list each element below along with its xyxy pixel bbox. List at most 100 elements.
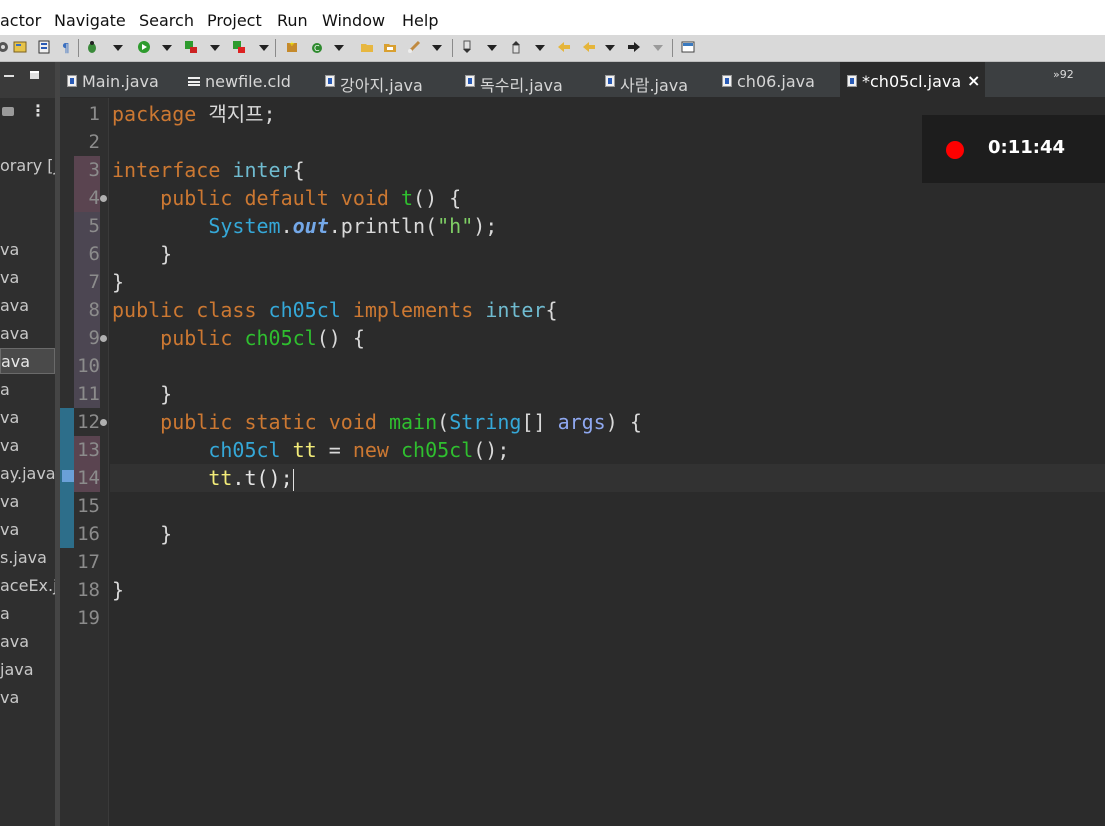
view-menu-icon[interactable]: ⋮ [30,101,46,120]
explorer-item[interactable]: a [0,601,55,627]
chevron-down-icon[interactable] [605,45,615,51]
chevron-down-icon[interactable] [535,45,545,51]
fold-toggle-icon[interactable] [100,335,107,342]
code-line-9[interactable]: public ch05cl() { [112,324,365,352]
chevron-down-icon[interactable] [259,45,269,51]
open-type-icon[interactable] [13,40,27,54]
explorer-item[interactable]: ava [0,293,55,319]
tab-main-java[interactable]: Main.java [60,62,178,98]
code-line-6[interactable]: } [112,240,172,268]
code-text: } [160,382,173,406]
line-number: 14 [77,467,100,489]
code-line-12[interactable]: public static void main(String[] args) { [112,408,642,436]
last-edit-icon[interactable] [557,40,571,54]
external-tools-icon[interactable] [232,40,246,54]
menu-help[interactable]: Help [402,11,438,30]
tab-person-java[interactable]: 사람.java [598,62,713,98]
back-icon[interactable] [582,40,596,54]
line-number: 4 [88,187,100,209]
code-line-7[interactable]: } [112,268,124,296]
tab-newfile-cld[interactable]: newfile.cld [183,62,313,98]
explorer-item[interactable]: s.java [0,545,55,571]
menu-refactor[interactable]: actor [0,11,41,30]
code-line-8[interactable]: public class ch05cl implements inter{ [112,296,558,324]
code-line-14[interactable]: tt.t(); [112,464,294,492]
code-line-3[interactable]: interface inter{ [112,156,305,184]
menu-window[interactable]: Window [322,11,385,30]
chevron-down-icon[interactable] [210,45,220,51]
line-number: 19 [77,607,100,629]
code-line-11[interactable]: } [112,380,172,408]
chevron-down-icon[interactable] [432,45,442,51]
menu-project[interactable]: Project [207,11,262,30]
chevron-down-icon[interactable] [334,45,344,51]
explorer-item[interactable]: ava [0,321,55,347]
line-number: 7 [88,271,100,293]
toolbar-separator [275,39,276,57]
open-folder-icon[interactable] [360,40,374,54]
tab-ch06-java[interactable]: ch06.java [715,62,830,98]
recording-timer: 0:11:44 [988,137,1066,158]
explorer-item-selected[interactable]: ava [0,348,55,374]
new-package-icon[interactable]: + [285,40,299,54]
tab-puppy-java[interactable]: 강아지.java [318,62,448,98]
debug-icon[interactable] [85,40,99,54]
code-line-13[interactable]: ch05cl tt = new ch05cl(); [112,436,509,464]
minimize-icon[interactable] [4,75,14,77]
fold-toggle-icon[interactable] [100,195,107,202]
code-line-16[interactable]: } [112,520,172,548]
fold-toggle-icon[interactable] [100,419,107,426]
pilcrow-icon[interactable]: ¶ [60,40,74,54]
prev-annotation-icon[interactable] [509,40,523,54]
toolbar-separator [78,39,79,57]
explorer-item[interactable]: a [0,377,55,403]
gear-icon[interactable] [0,40,10,54]
code-editor[interactable]: 1 2 3 4 5 6 7 8 9 10 11 12 13 14 15 16 1… [60,98,1105,826]
explorer-item[interactable]: orary [j [0,153,55,179]
code-line-1[interactable]: package 객지프; [112,100,276,128]
brush-icon[interactable] [407,40,421,54]
pin-editor-icon[interactable] [681,40,695,54]
tab-eagle-java[interactable]: 독수리.java [458,62,588,98]
tab-overflow-indicator[interactable]: »92 [1053,68,1074,81]
run-icon[interactable] [137,40,151,54]
explorer-item[interactable]: ay.java [0,461,55,487]
svg-text:C: C [314,44,320,53]
explorer-item[interactable]: java [0,657,55,683]
explorer-item[interactable]: va [0,433,55,459]
chevron-down-icon[interactable] [113,45,123,51]
explorer-item[interactable]: va [0,265,55,291]
explorer-item[interactable]: va [0,237,55,263]
chevron-down-icon[interactable] [487,45,497,51]
tab-ch05cl-java[interactable]: *ch05cl.java × [840,62,985,98]
explorer-item[interactable]: va [0,685,55,711]
tab-label: 독수리.java [480,76,563,95]
close-icon[interactable]: × [967,71,980,90]
chevron-down-icon[interactable] [162,45,172,51]
explorer-item[interactable]: aceEx.ja [0,573,55,599]
link-editor-icon[interactable] [2,107,14,116]
code-line-18[interactable]: } [112,576,124,604]
explorer-item[interactable]: va [0,405,55,431]
menu-run[interactable]: Run [277,11,308,30]
explorer-item[interactable]: va [0,517,55,543]
open-project-icon[interactable] [383,40,397,54]
new-class-icon[interactable]: C [310,40,324,54]
code-line-4[interactable]: public default void t() { [112,184,461,212]
chevron-down-icon[interactable] [653,45,663,51]
forward-icon[interactable] [627,40,641,54]
svg-text:¶: ¶ [62,41,70,54]
maximize-icon[interactable] [30,71,39,79]
next-annotation-icon[interactable] [460,40,474,54]
recording-indicator[interactable]: 0:11:44 [922,115,1105,183]
open-resource-icon[interactable] [37,40,51,54]
toolbar-separator [452,39,453,57]
menu-navigate[interactable]: Navigate [54,11,126,30]
method-name: main [388,410,438,434]
explorer-item[interactable]: va [0,489,55,515]
coverage-icon[interactable] [184,40,198,54]
explorer-item[interactable]: ava [0,629,55,655]
code-line-5[interactable]: System.out.println("h"); [112,212,497,240]
code-text: 객지프; [196,102,276,126]
menu-search[interactable]: Search [139,11,194,30]
